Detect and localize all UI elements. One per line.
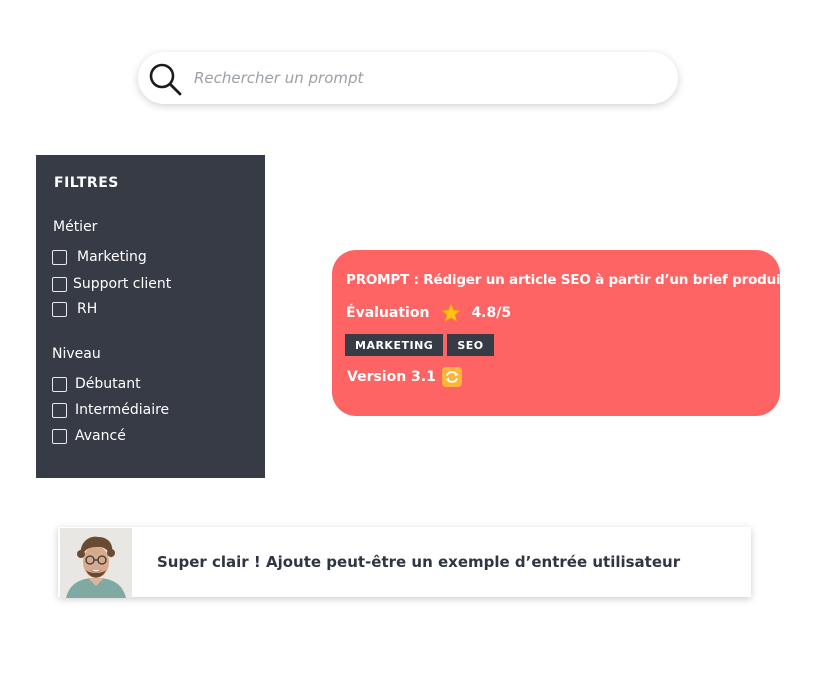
filter-option-avance[interactable]: Avancé xyxy=(52,427,126,445)
filters-panel: FILTRES Métier Marketing Support client … xyxy=(36,155,265,478)
prompt-card[interactable]: PROMPT : Rédiger un article SEO à partir… xyxy=(332,250,787,416)
comment-card: Super clair ! Ajoute peut-être un exempl… xyxy=(58,527,751,598)
filter-option-label: Débutant xyxy=(75,376,141,392)
filter-option-label: RH xyxy=(77,301,98,317)
prompt-title[interactable]: PROMPT : Rédiger un article SEO à partir… xyxy=(346,272,787,288)
filter-group-metier-title: Métier xyxy=(53,219,98,235)
filter-option-rh[interactable]: RH xyxy=(52,300,97,318)
filter-option-support-client[interactable]: Support client xyxy=(52,275,171,293)
checkbox[interactable] xyxy=(52,428,67,444)
star-icon xyxy=(441,303,462,322)
filter-option-label: Intermédiaire xyxy=(75,402,170,418)
filter-option-marketing[interactable]: Marketing xyxy=(52,248,147,266)
checkbox[interactable] xyxy=(52,301,67,317)
prompt-rating: Évaluation 4.8/5 xyxy=(346,303,511,323)
checkbox[interactable] xyxy=(52,376,67,392)
checkbox[interactable] xyxy=(52,276,67,292)
rating-value: 4.8/5 xyxy=(471,305,512,321)
filter-option-label: Avancé xyxy=(75,428,126,444)
checkbox[interactable] xyxy=(52,402,67,418)
comment-text: Super clair ! Ajoute peut-être un exempl… xyxy=(157,553,681,571)
tag-seo[interactable]: SEO xyxy=(447,334,494,356)
search-bar[interactable] xyxy=(138,52,678,104)
search-icon[interactable] xyxy=(148,62,182,96)
rating-label: Évaluation xyxy=(346,305,430,321)
tag-list: MARKETING SEO xyxy=(345,334,494,356)
filter-option-label: Marketing xyxy=(77,249,147,265)
search-input[interactable] xyxy=(194,64,654,92)
filter-option-debutant[interactable]: Débutant xyxy=(52,375,141,393)
version-label: Version 3.1 xyxy=(347,369,436,385)
filters-title: FILTRES xyxy=(54,175,119,191)
avatar xyxy=(60,528,132,598)
filter-option-label: Support client xyxy=(73,276,172,292)
filter-group-niveau-title: Niveau xyxy=(52,346,101,362)
checkbox[interactable] xyxy=(52,249,67,265)
prompt-version: Version 3.1 xyxy=(347,367,462,387)
filter-option-intermediaire[interactable]: Intermédiaire xyxy=(52,401,169,419)
tag-marketing[interactable]: MARKETING xyxy=(345,334,444,356)
sync-icon[interactable] xyxy=(441,367,462,387)
